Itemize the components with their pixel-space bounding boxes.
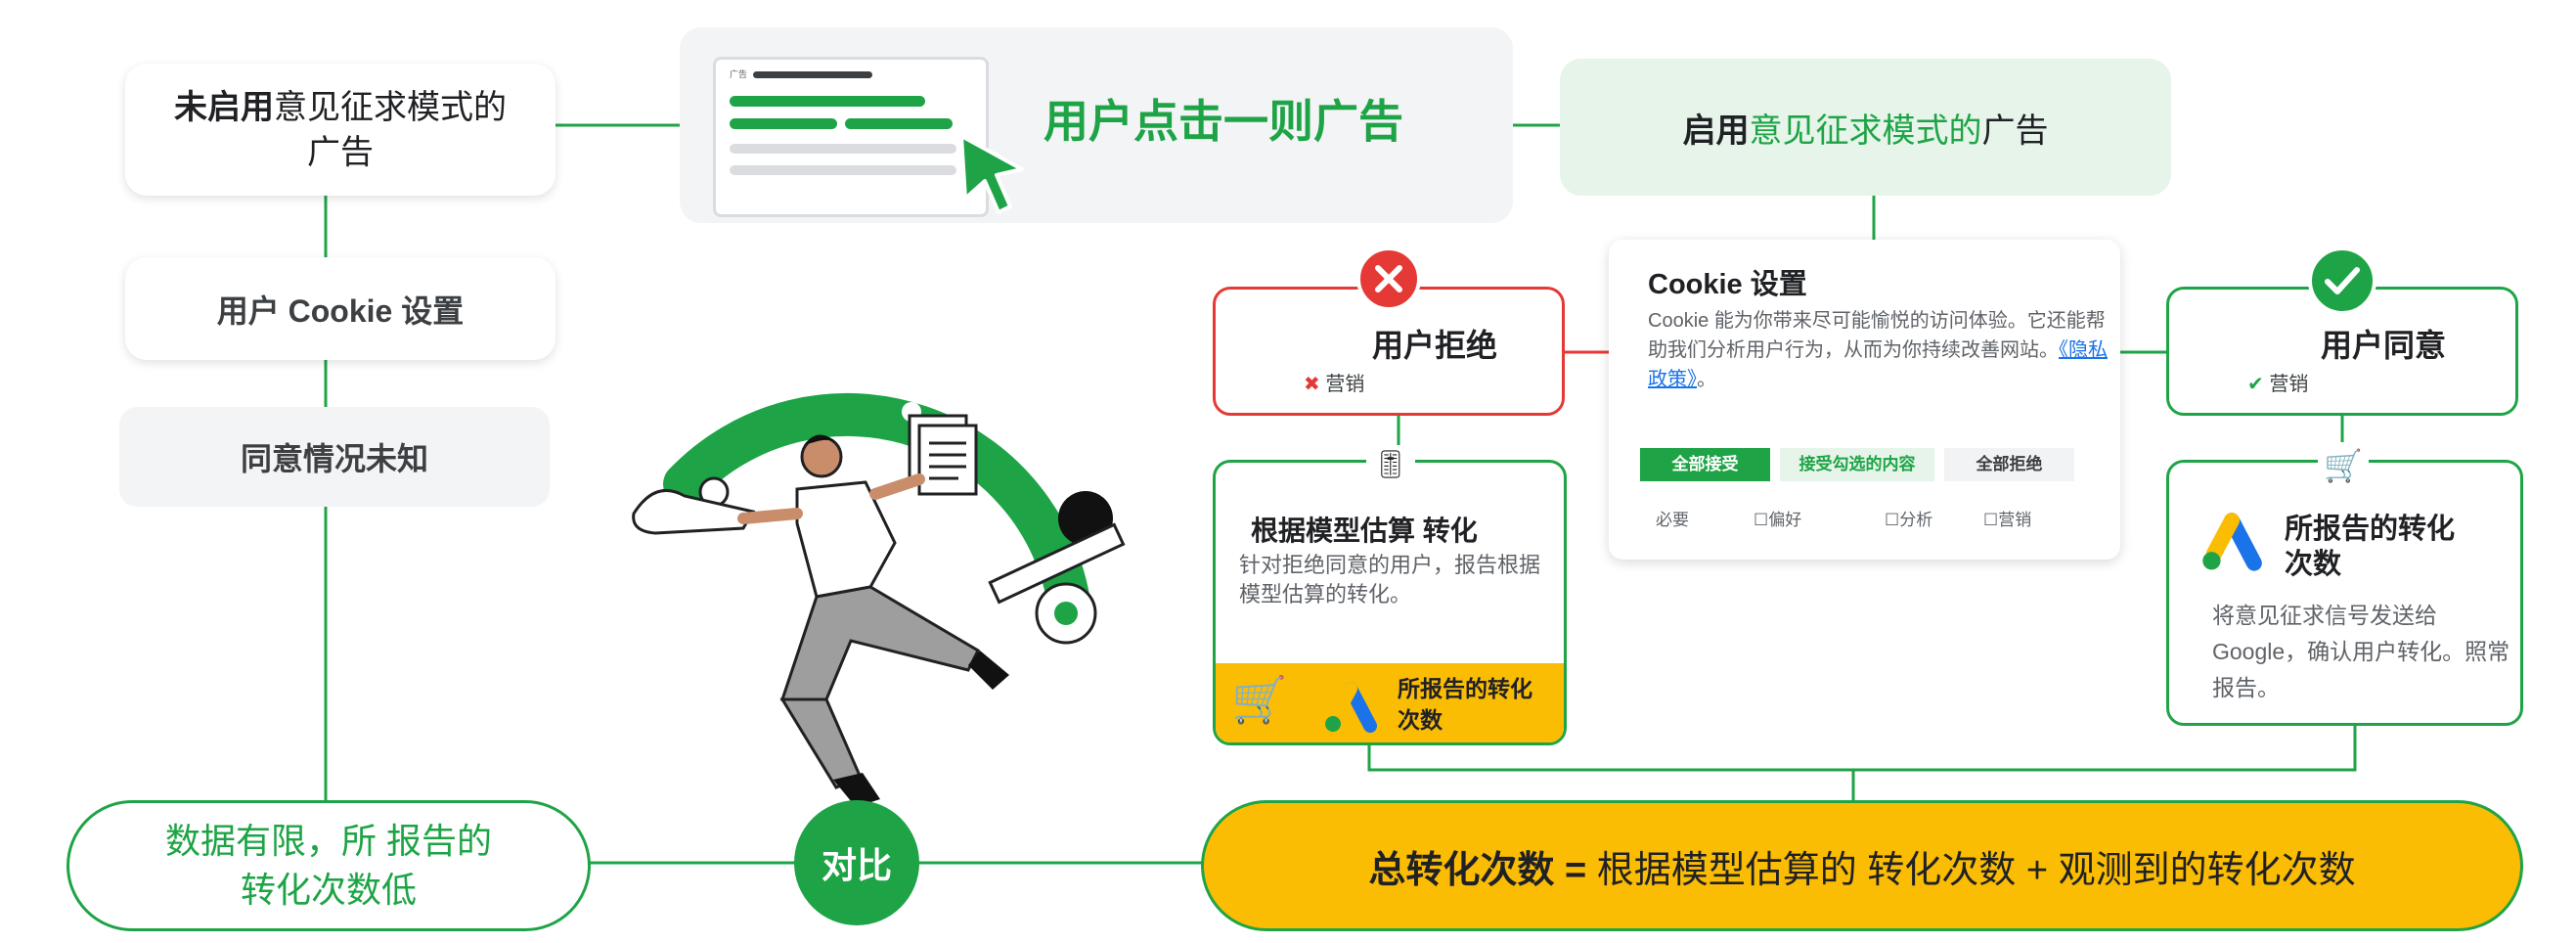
total-rest: 根据模型估算的 转化次数 + 观测到的转化次数 xyxy=(1586,849,2356,891)
shopping-cart-icon: 🛒 xyxy=(2318,442,2369,489)
user-accepts-title: 用户同意 xyxy=(2321,328,2447,363)
ad-link-bar xyxy=(845,118,953,129)
accept-item: ✔ 营销 xyxy=(2247,368,2308,396)
reject-all-button[interactable]: 全部拒绝 xyxy=(1944,448,2074,481)
checkbox-marketing-label: 营销 xyxy=(1998,511,2032,529)
checkbox-necessary: 必要 xyxy=(1656,511,1689,529)
juggling-person-illustration xyxy=(632,392,1126,807)
reject-item: ✖ 营销 xyxy=(1304,368,1364,396)
check-mark-icon: ✔ xyxy=(2247,374,2264,395)
consent-bold: 启用 xyxy=(1682,112,1750,150)
accept-item-label: 营销 xyxy=(2269,374,2309,395)
user-cookie-settings-box: 用户 Cookie 设置 xyxy=(125,257,555,360)
consent-unknown-label: 同意情况未知 xyxy=(240,441,428,476)
compare-circle: 对比 xyxy=(794,800,919,925)
reported-small-line2: 次数 xyxy=(1398,707,1443,733)
google-ads-icon xyxy=(1325,682,1377,733)
accept-all-button[interactable]: 全部接受 xyxy=(1640,448,1770,481)
cookie-body-text: Cookie 能为你带来尽可能愉悦的访问体验。它还能帮助我们分析用户行为，从而为… xyxy=(1648,310,2106,361)
modeled-body: 针对拒绝同意的用户，报告根据模型估算的转化。 xyxy=(1239,553,1541,606)
limited-line1: 数据有限，所 报告的 xyxy=(164,821,492,861)
user-clicks-ad-panel: 广告 用户点击一则广告 xyxy=(680,27,1513,223)
sliders-icon: 🎚 xyxy=(1366,445,1415,482)
compare-label: 对比 xyxy=(821,845,892,885)
modeled-title: 根据模型估算 转化 xyxy=(1251,516,1478,546)
cursor-pointer-icon xyxy=(959,134,1024,214)
checkbox-marketing[interactable]: ☐营销 xyxy=(1983,506,2031,530)
total-bold: 总转化次数 = xyxy=(1368,849,1587,891)
google-ads-icon xyxy=(2202,513,2262,571)
reject-item-label: 营销 xyxy=(1325,374,1365,395)
reported-right-body: 将意见征求信号发送给 Google，确认用户转化。照常报告。 xyxy=(2212,603,2510,700)
reported-right-line2: 次数 xyxy=(2285,549,2342,580)
cookie-dialog-title: Cookie 设置 xyxy=(1648,269,1807,300)
limited-data-box: 数据有限，所 报告的 转化次数低 xyxy=(67,800,591,931)
reported-right-title: 所报告的转化 次数 xyxy=(2285,512,2455,582)
cookie-settings-label: 用户 Cookie 设置 xyxy=(216,292,465,329)
ad-mini-label: 广告 xyxy=(730,69,748,79)
accept-selected-button[interactable]: 接受勾选的内容 xyxy=(1780,448,1934,481)
reported-small-line1: 所报告的转化 xyxy=(1398,676,1532,701)
no-consent-line2: 广告 xyxy=(307,133,374,171)
consent-unknown-box: 同意情况未知 xyxy=(119,407,550,507)
checkbox-analytics[interactable]: ☐分析 xyxy=(1885,506,1932,530)
total-conversions-bar: 总转化次数 = 根据模型估算的 转化次数 + 观测到的转化次数 xyxy=(1201,800,2523,931)
ad-headline-bar xyxy=(753,71,872,78)
reported-strip: 🛒 所报告的转化 次数 xyxy=(1216,663,1564,742)
checkbox-analytics-label: 分析 xyxy=(1899,511,1933,529)
no-consent-mode-ad-box: 未启用意见征求模式的 广告 xyxy=(125,64,555,196)
checkbox-preferences-label: 偏好 xyxy=(1768,511,1802,529)
cookie-settings-dialog: Cookie 设置 Cookie 能为你带来尽可能愉悦的访问体验。它还能帮助我们… xyxy=(1609,240,2120,560)
no-consent-bold: 未启用 xyxy=(174,88,274,126)
modeled-conversions-box: 根据模型估算 转化 针对拒绝同意的用户，报告根据模型估算的转化。 🛒 所报告的转… xyxy=(1213,460,1567,745)
user-clicks-ad-title: 用户点击一则广告 xyxy=(1044,96,1403,147)
checkbox-preferences[interactable]: ☐偏好 xyxy=(1754,506,1801,530)
limited-line2: 转化次数低 xyxy=(240,870,417,910)
ad-link-bar xyxy=(730,118,837,129)
reported-right-line1: 所报告的转化 xyxy=(2285,514,2456,545)
x-mark-icon: ✖ xyxy=(1304,374,1320,395)
shopping-cart-icon: 🛒 xyxy=(1231,674,1288,725)
ad-link-bar xyxy=(730,96,925,107)
no-consent-rest: 意见征求模式的 xyxy=(274,88,507,126)
ad-mockup: 广告 xyxy=(713,57,989,217)
consent-green: 意见征求模式的 xyxy=(1749,112,1982,150)
cookie-dialog-body: Cookie 能为你带来尽可能愉悦的访问体验。它还能帮助我们分析用户行为，从而为… xyxy=(1648,306,2108,394)
reported-small-text: 所报告的转化 次数 xyxy=(1398,673,1532,736)
cookie-body-end: 。 xyxy=(1697,369,1716,390)
consent-mode-ad-box: 启用意见征求模式的广告 xyxy=(1560,59,2171,196)
accept-check-icon xyxy=(2308,247,2376,315)
ad-text-bar xyxy=(730,144,956,154)
user-rejects-title: 用户拒绝 xyxy=(1372,328,1498,363)
consent-rest: 广告 xyxy=(1981,112,2049,150)
ad-text-bar xyxy=(730,165,956,175)
reported-conversions-box: 所报告的转化 次数 将意见征求信号发送给 Google，确认用户转化。照常报告。 xyxy=(2166,460,2523,726)
reject-x-icon xyxy=(1356,247,1421,311)
